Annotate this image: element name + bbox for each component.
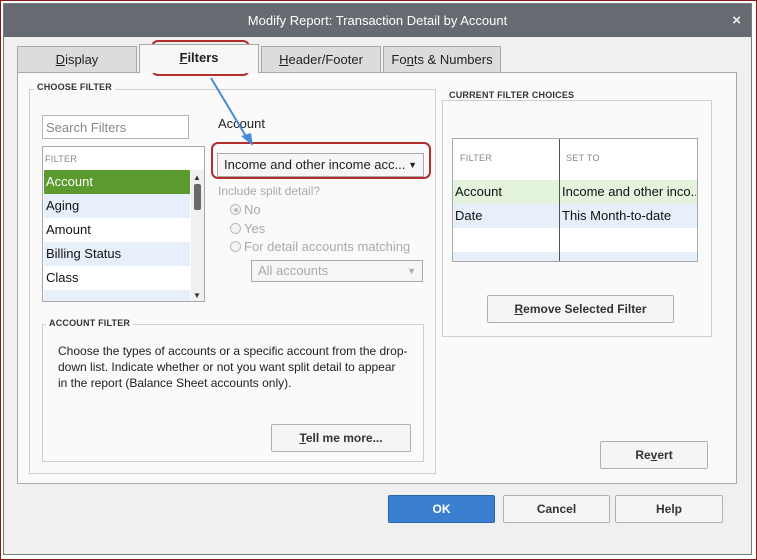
tab-header-footer[interactable]: Header/Footer: [261, 46, 381, 72]
tab-fonts-numbers-key: n: [406, 52, 414, 67]
filter-list[interactable]: FILTER Account Aging Amount Billing Stat…: [42, 146, 205, 302]
filter-list-header: FILTER: [45, 154, 78, 164]
filter-item-aging[interactable]: Aging: [44, 194, 190, 218]
current-filter-row[interactable]: Account Income and other inco...: [453, 180, 697, 204]
title-bar: Modify Report: Transaction Detail by Acc…: [4, 4, 751, 37]
radio-detail-matching-label: For detail accounts matching: [244, 239, 411, 254]
filter-list-scrollbar[interactable]: ▲ ▼: [191, 170, 204, 301]
current-filter-row-filter: Date: [455, 208, 483, 223]
radio-no[interactable]: No: [230, 202, 261, 217]
filter-item-amount[interactable]: Amount: [44, 218, 190, 242]
current-filter-row-set-to: This Month-to-date: [562, 208, 672, 223]
chevron-down-icon: ▼: [407, 266, 416, 276]
account-filter-description: Choose the types of accounts or a specif…: [58, 344, 408, 390]
tab-display-key: D: [55, 52, 66, 67]
radio-yes-circle: [230, 223, 241, 234]
tell-me-more-label: ell me more...: [305, 431, 383, 445]
tab-display[interactable]: Display: [17, 46, 137, 72]
matching-accounts-value: All accounts: [258, 263, 329, 278]
modify-report-dialog: Modify Report: Transaction Detail by Acc…: [3, 3, 752, 555]
window-title: Modify Report: Transaction Detail by Acc…: [247, 13, 508, 28]
current-filter-row-set-to: Income and other inco...: [562, 184, 696, 199]
remove-selected-filter-button[interactable]: Remove Selected Filter: [487, 295, 674, 323]
radio-yes[interactable]: Yes: [230, 221, 265, 236]
scroll-up-arrow-icon[interactable]: ▲: [193, 173, 201, 182]
current-filter-empty-row: [453, 252, 697, 261]
remove-filter-key: R: [514, 302, 524, 316]
remove-filter-label: emove Selected Filter: [523, 302, 647, 316]
tab-filters-label: ilters: [187, 50, 219, 65]
filters-panel: CHOOSE FILTER Search Filters FILTER Acco…: [17, 72, 737, 484]
include-split-label: Include split detail?: [218, 184, 321, 198]
current-filter-table[interactable]: FILTER SET TO Account Income and other i…: [452, 138, 698, 262]
filter-item-billing-status[interactable]: Billing Status: [44, 242, 190, 266]
tab-filters[interactable]: Filters: [139, 44, 259, 73]
current-filter-choices-title: CURRENT FILTER CHOICES: [446, 90, 578, 100]
cancel-button[interactable]: Cancel: [503, 495, 610, 523]
scrollbar-thumb[interactable]: [194, 184, 201, 210]
current-filter-col-set-to: SET TO: [566, 153, 600, 163]
chevron-down-icon: ▼: [408, 160, 417, 170]
radio-detail-matching[interactable]: For detail accounts matching: [230, 239, 410, 254]
account-dropdown[interactable]: Income and other income acc... ▼: [217, 153, 424, 177]
tell-me-more-button[interactable]: Tell me more...: [271, 424, 411, 452]
radio-yes-label: Yes: [244, 221, 266, 236]
current-filter-row-filter: Account: [455, 184, 502, 199]
account-dropdown-value: Income and other income acc...: [224, 157, 406, 172]
tab-display-label: isplay: [65, 52, 99, 67]
account-label: Account: [218, 116, 265, 131]
current-filter-empty-row: [453, 228, 697, 252]
column-divider: [559, 139, 560, 261]
choose-filter-title: CHOOSE FILTER: [34, 82, 115, 92]
close-icon[interactable]: ×: [732, 12, 741, 29]
radio-no-label: No: [244, 202, 261, 217]
revert-pre: Re: [635, 448, 651, 462]
help-button[interactable]: Help: [615, 495, 723, 523]
current-filter-col-filter: FILTER: [460, 153, 493, 163]
radio-detail-matching-circle: [230, 241, 241, 252]
tab-fonts-numbers-pre: Fo: [391, 52, 407, 67]
ok-button[interactable]: OK: [388, 495, 495, 523]
tab-header-footer-label: eader/Footer: [288, 52, 363, 67]
tab-fonts-numbers[interactable]: Fonts & Numbers: [383, 46, 501, 72]
account-filter-title: ACCOUNT FILTER: [46, 318, 134, 328]
matching-accounts-dropdown[interactable]: All accounts ▼: [251, 260, 423, 282]
radio-no-circle: [230, 204, 241, 215]
search-filters-input[interactable]: Search Filters: [42, 115, 189, 139]
scroll-down-arrow-icon[interactable]: ▼: [193, 291, 201, 300]
revert-button[interactable]: Revert: [600, 441, 708, 469]
current-filter-row[interactable]: Date This Month-to-date: [453, 204, 697, 228]
filter-item-account[interactable]: Account: [44, 170, 190, 194]
revert-label: ert: [657, 448, 673, 462]
tab-fonts-numbers-label: ts & Numbers: [413, 52, 493, 67]
filter-item-partial: [44, 290, 190, 301]
filter-item-class[interactable]: Class: [44, 266, 190, 290]
